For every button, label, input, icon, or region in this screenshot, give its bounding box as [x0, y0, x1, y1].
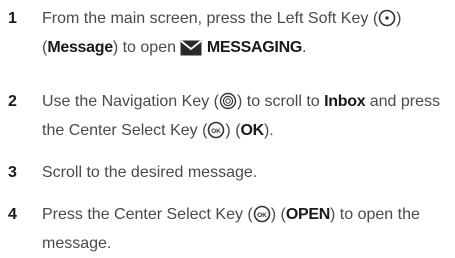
step-text: Press the Center Select Key ( — [42, 206, 253, 223]
step-text: From the main screen, press the Left Sof… — [42, 10, 379, 27]
softkey-label-message: Message — [47, 39, 113, 56]
step-number: 1 — [8, 10, 17, 27]
step-3: 3 Scroll to the desired message. — [0, 160, 455, 185]
step-text: Scroll to the desired message. — [42, 164, 258, 181]
open-label: OPEN — [285, 206, 331, 223]
step-number: 4 — [8, 206, 17, 223]
ok-label: OK — [240, 122, 265, 139]
envelope-icon — [180, 39, 202, 64]
messaging-label: MESSAGING — [206, 39, 302, 56]
svg-text:OK: OK — [257, 212, 267, 219]
soft-key-icon — [378, 9, 396, 35]
step-1: 1 From the main screen, press the Left S… — [0, 6, 455, 64]
step-number: 2 — [8, 93, 17, 110]
ok-key-icon: OK — [207, 121, 225, 147]
svg-text:OK: OK — [212, 128, 222, 135]
step-text: Use the Navigation Key ( — [42, 93, 219, 110]
inbox-label: Inbox — [324, 93, 366, 110]
step-2: 2 Use the Navigation Key () to scroll to… — [0, 89, 455, 147]
navigation-key-icon — [219, 92, 237, 118]
step-number: 3 — [8, 164, 17, 181]
ok-key-icon: OK — [253, 205, 271, 231]
step-4: 4 Press the Center Select Key (OK) (OPEN… — [0, 202, 455, 256]
